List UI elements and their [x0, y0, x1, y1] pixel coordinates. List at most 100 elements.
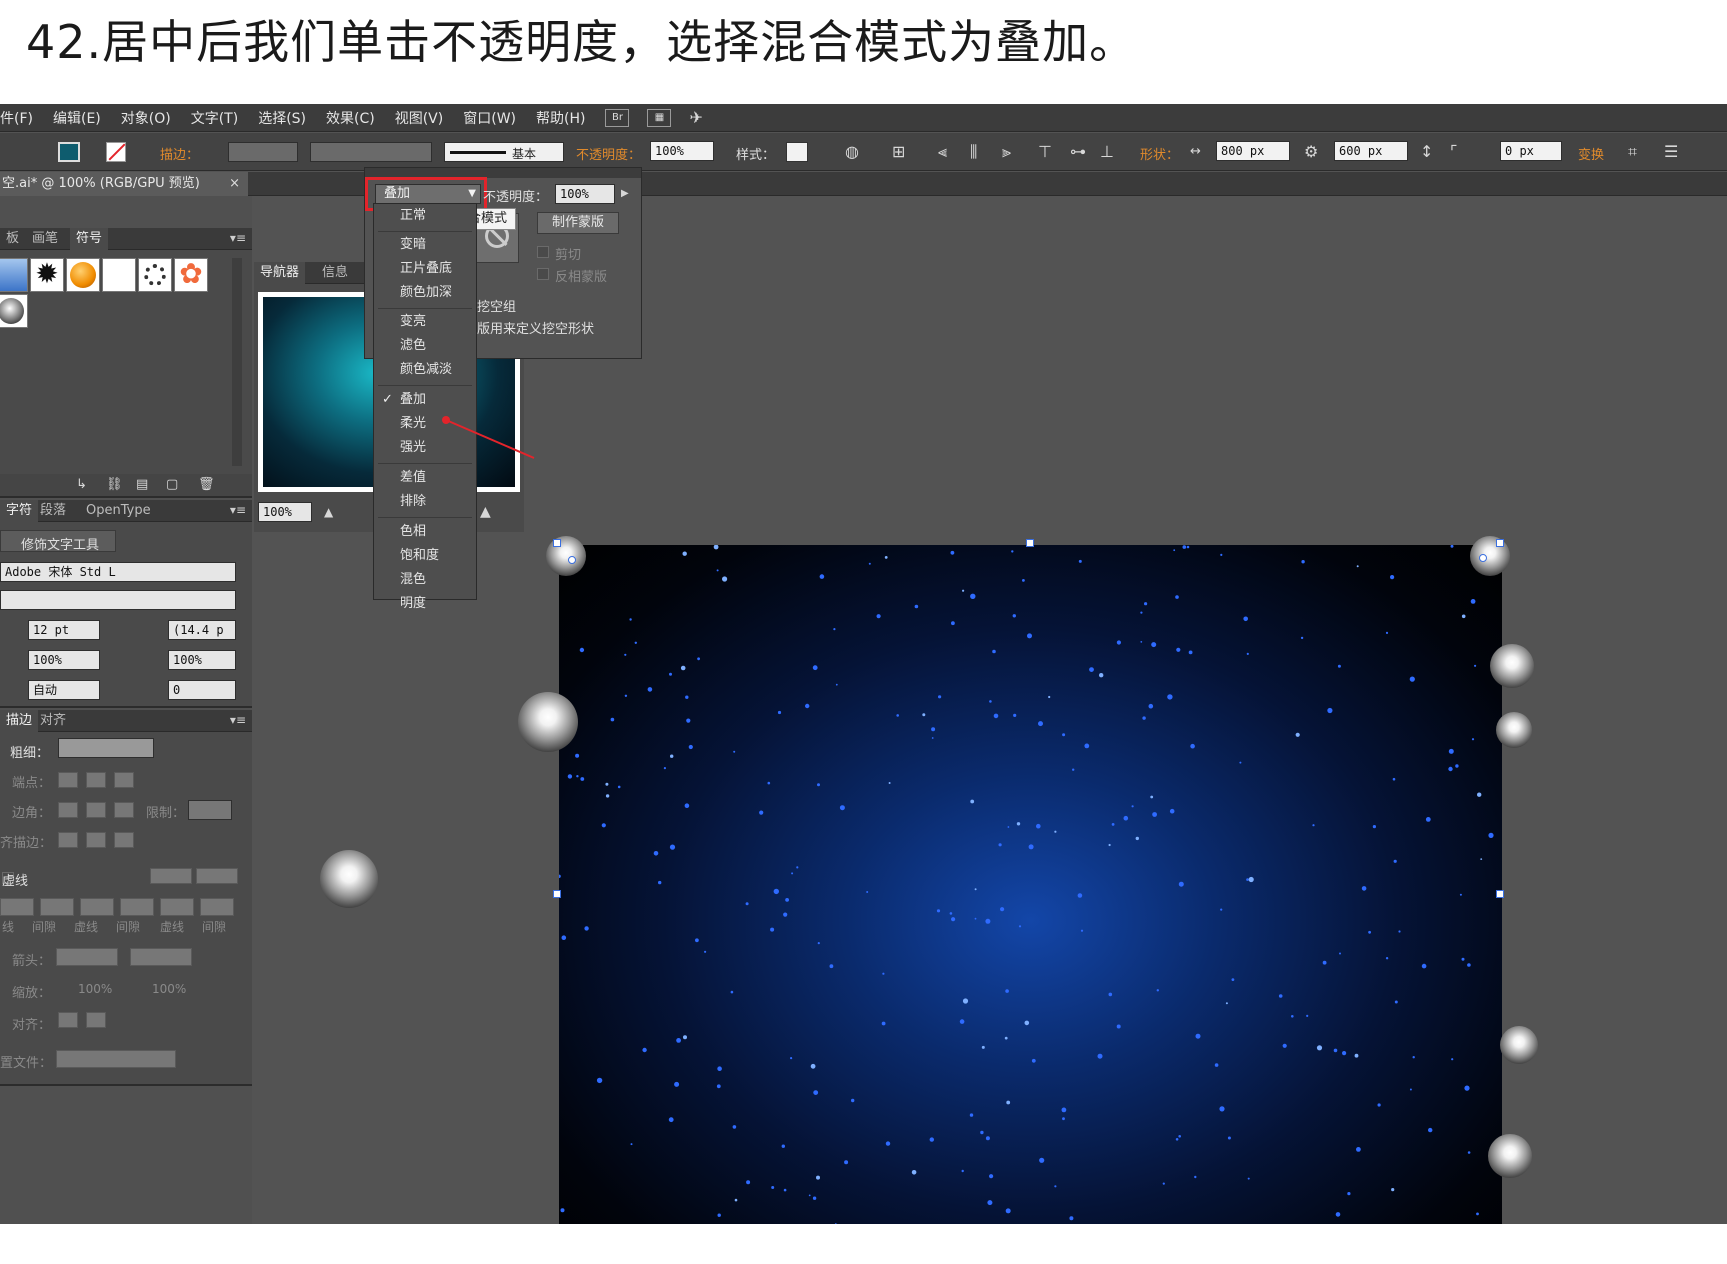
profile-select[interactable] — [56, 1050, 176, 1068]
tab-character[interactable]: 字符 — [0, 500, 39, 522]
blend-multiply[interactable]: 正片叠底 — [374, 257, 476, 281]
symbol-options-icon[interactable]: ▤ — [136, 477, 148, 493]
font-style-field[interactable] — [0, 590, 236, 610]
menu-edit[interactable]: 编辑(E) — [53, 108, 101, 128]
menu-window[interactable]: 窗口(W) — [463, 108, 516, 128]
width-field[interactable]: 800 px — [1216, 141, 1290, 161]
font-family-field[interactable]: Adobe 宋体 Std L — [0, 562, 236, 582]
feather-icon[interactable]: ✈ — [689, 109, 702, 126]
sphere[interactable] — [320, 850, 378, 908]
square-cap-button[interactable] — [114, 772, 134, 788]
stroke-label[interactable]: 描边： — [160, 144, 199, 163]
blend-lighten[interactable]: 变亮 — [374, 310, 476, 334]
blend-darken[interactable]: 变暗 — [374, 233, 476, 257]
tab-paragraph[interactable]: 段落 — [34, 500, 72, 522]
menu-effect[interactable]: 效果(C) — [326, 108, 375, 128]
document-tab[interactable]: 空.ai* @ 100% (RGB/GPU 预览) × — [0, 172, 248, 196]
weight-field[interactable] — [58, 738, 154, 758]
corner-widget-top-right[interactable] — [1479, 554, 1487, 562]
sphere[interactable] — [1496, 712, 1532, 748]
align-center-icon[interactable]: ⫼ — [970, 144, 977, 160]
scale-end-field[interactable]: 100% — [152, 982, 186, 996]
panel-menu-icon[interactable]: ▾≡ — [230, 231, 246, 245]
sphere[interactable] — [1500, 1026, 1538, 1064]
selection-handle-middle-left[interactable] — [553, 890, 561, 898]
blend-overlay[interactable]: ✓ 叠加 — [374, 388, 476, 412]
dash-align-button[interactable] — [196, 868, 238, 884]
round-join-button[interactable] — [86, 802, 106, 818]
align-center-stroke-button[interactable] — [58, 832, 78, 848]
sphere[interactable] — [546, 536, 586, 576]
dash-preserve-button[interactable] — [150, 868, 192, 884]
transform-label[interactable]: 变换 — [1578, 144, 1604, 163]
menu-select[interactable]: 选择(S) — [258, 108, 306, 128]
symbol-flower[interactable]: ✿ — [174, 258, 208, 292]
workspace-layout-icon[interactable]: ▦ — [647, 108, 672, 127]
selection-handle-top-middle[interactable] — [1026, 539, 1034, 547]
horizontal-scale-field[interactable]: 100% — [168, 650, 236, 670]
tracking-field[interactable]: 0 — [168, 680, 236, 700]
close-icon[interactable]: × — [229, 172, 240, 196]
sphere[interactable] — [1490, 644, 1534, 688]
align-right-icon[interactable]: ⫸ — [1002, 144, 1011, 160]
gap-field-2[interactable] — [120, 898, 154, 916]
align-bottom-icon[interactable]: ⊥ — [1100, 144, 1114, 160]
menu-help[interactable]: 帮助(H) — [536, 108, 585, 128]
align-inside-stroke-button[interactable] — [86, 832, 106, 848]
selection-handle-top-left[interactable] — [553, 539, 561, 547]
menu-object[interactable]: 对象(O) — [121, 108, 171, 128]
miter-join-button[interactable] — [58, 802, 78, 818]
menu-type[interactable]: 文字(T) — [191, 108, 238, 128]
blend-normal[interactable]: 正常 — [374, 204, 476, 228]
align-grid-icon[interactable]: ⊞ — [892, 144, 905, 160]
tab-swatches[interactable]: 板 — [0, 228, 25, 250]
isolate-icon[interactable]: ⌗ — [1628, 144, 1637, 160]
opacity-knockout-label[interactable]: 版用来定义挖空形状 — [477, 318, 594, 337]
vertical-scale-field[interactable]: 100% — [28, 650, 100, 670]
font-size-field[interactable]: 12 pt — [28, 620, 100, 640]
place-symbol-icon[interactable]: ↳ — [76, 477, 87, 493]
recolor-icon[interactable]: ◍ — [845, 144, 859, 160]
make-mask-button[interactable]: 制作蒙版 — [537, 212, 619, 234]
blend-color[interactable]: 混色 — [374, 568, 476, 592]
panel-menu-icon[interactable]: ▾≡ — [230, 503, 246, 517]
tab-opentype[interactable]: OpenType — [80, 500, 157, 522]
limit-field[interactable] — [188, 800, 232, 820]
starfield-artwork[interactable] — [559, 545, 1502, 1224]
blend-saturation[interactable]: 饱和度 — [374, 544, 476, 568]
kerning-field[interactable]: 自动 — [28, 680, 100, 700]
blend-color-burn[interactable]: 颜色加深 — [374, 281, 476, 305]
new-symbol-icon[interactable]: ▢ — [166, 477, 178, 493]
navigator-zoom-field[interactable]: 100% — [258, 502, 312, 522]
tab-navigator[interactable]: 导航器 — [254, 262, 306, 284]
stroke-weight-field[interactable] — [228, 142, 298, 162]
symbol-blue-gradient[interactable] — [0, 258, 28, 292]
dash-field-2[interactable] — [80, 898, 114, 916]
align-top-icon[interactable]: ⊤ — [1038, 144, 1052, 160]
tab-brushes[interactable]: 画笔 — [26, 228, 64, 250]
gap-field-3[interactable] — [200, 898, 234, 916]
corner-type-icon[interactable]: ⌜ — [1450, 144, 1458, 160]
arrow-align-button-1[interactable] — [58, 1012, 78, 1028]
sphere[interactable] — [518, 692, 578, 752]
corner-radius-field[interactable]: 0 px — [1500, 141, 1562, 161]
transparency-opacity-field[interactable]: 100% — [555, 184, 615, 204]
blend-hue[interactable]: 色相 — [374, 520, 476, 544]
tab-align[interactable]: 对齐 — [34, 710, 72, 732]
blend-luminosity[interactable]: 明度 — [374, 592, 476, 611]
blend-screen[interactable]: 滤色 — [374, 334, 476, 358]
blend-color-dodge[interactable]: 颜色减淡 — [374, 358, 476, 382]
panel-scrollbar[interactable] — [232, 258, 242, 466]
sphere[interactable] — [1470, 536, 1510, 576]
symbol-wreath[interactable] — [138, 258, 172, 292]
symbol-orange-ball[interactable] — [66, 258, 100, 292]
symbol-corner[interactable] — [102, 258, 136, 292]
selection-handle-middle-right[interactable] — [1496, 890, 1504, 898]
opacity-slider-arrow-icon[interactable]: ▶ — [621, 186, 629, 202]
start-arrow-select[interactable] — [56, 948, 118, 966]
tab-stroke[interactable]: 描边 — [0, 710, 39, 732]
end-arrow-select[interactable] — [130, 948, 192, 966]
menu-view[interactable]: 视图(V) — [395, 108, 444, 128]
sphere[interactable] — [1488, 1134, 1532, 1178]
invert-mask-checkbox[interactable] — [537, 268, 549, 280]
